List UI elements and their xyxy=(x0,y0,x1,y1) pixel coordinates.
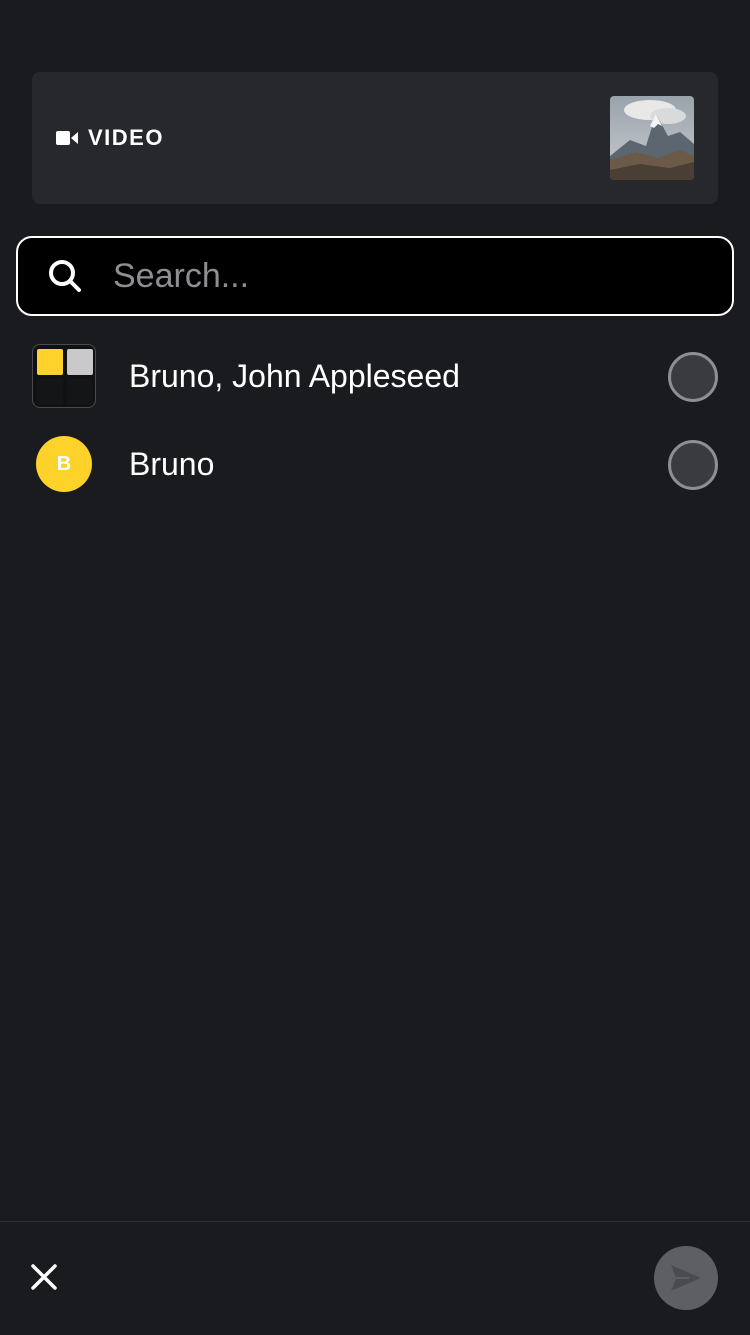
contact-name: Bruno, John Appleseed xyxy=(129,358,460,394)
select-radio[interactable] xyxy=(668,440,718,490)
contact-row-group[interactable]: Bruno, John Appleseed xyxy=(0,332,750,420)
search-input[interactable] xyxy=(113,238,713,314)
media-preview-card: VIDEO xyxy=(32,72,718,204)
avatar: B xyxy=(36,436,92,492)
mountain-thumbnail xyxy=(610,96,694,180)
contact-name: Bruno xyxy=(129,446,215,482)
search-icon xyxy=(49,260,81,292)
close-button[interactable] xyxy=(26,1259,62,1295)
contact-row-bruno[interactable]: B Bruno xyxy=(0,420,750,508)
send-icon xyxy=(671,1265,701,1291)
send-button[interactable] xyxy=(654,1246,718,1310)
media-thumbnail[interactable] xyxy=(610,96,694,180)
close-icon xyxy=(31,1264,57,1290)
search-box xyxy=(16,236,734,316)
media-type-label: VIDEO xyxy=(88,125,164,150)
select-radio[interactable] xyxy=(668,352,718,402)
bottom-bar xyxy=(0,1221,750,1335)
group-avatar xyxy=(32,344,96,408)
media-type-indicator: VIDEO xyxy=(56,72,164,204)
video-camera-icon xyxy=(56,131,78,145)
